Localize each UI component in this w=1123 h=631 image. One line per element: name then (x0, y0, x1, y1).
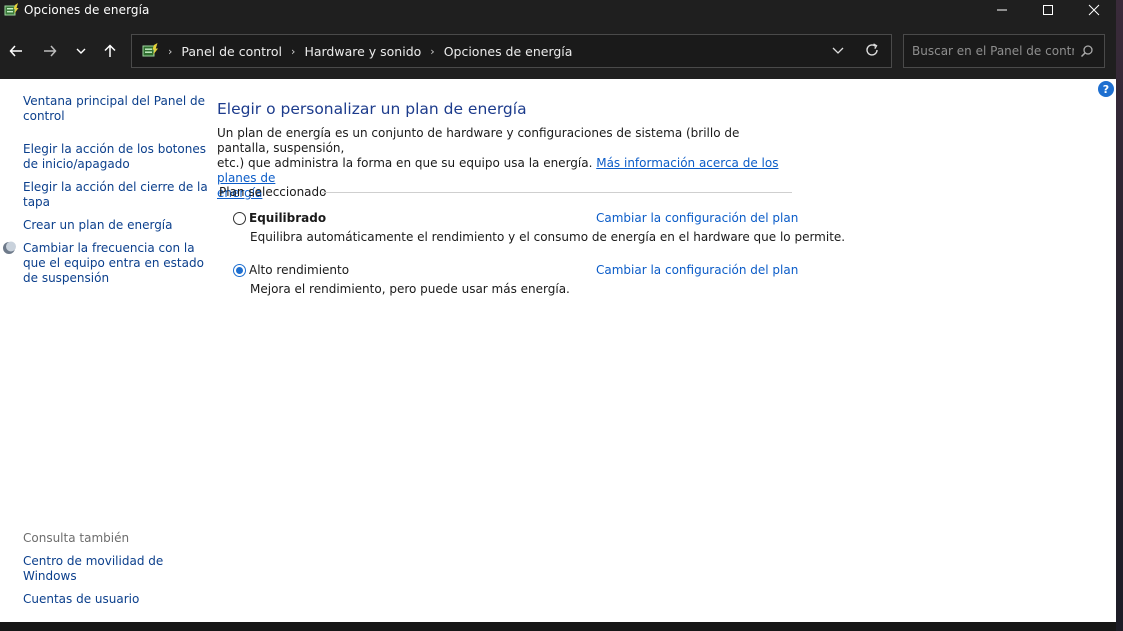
search-box[interactable] (903, 34, 1105, 68)
sleep-moon-icon (3, 241, 16, 254)
address-history-chevron-icon[interactable] (831, 43, 845, 57)
close-button[interactable] (1071, 0, 1117, 20)
arrow-up-icon (104, 44, 116, 57)
left-nav-item-create-plan[interactable]: Crear un plan de energía (23, 218, 173, 233)
chevron-down-icon (76, 48, 86, 54)
left-nav-item-power-buttons[interactable]: Elegir la acción de los botones de inici… (23, 142, 206, 172)
group-divider (322, 192, 792, 193)
plan-radio-equilibrado[interactable] (233, 212, 246, 225)
left-nav-item-lid-close[interactable]: Elegir la acción del cierre de la tapa (23, 180, 208, 210)
change-plan-settings-link-alto-rendimiento[interactable]: Cambiar la configuración del plan (596, 263, 798, 277)
maximize-icon (1043, 5, 1053, 15)
left-nav-item-label: Cambiar la frecuencia con la (23, 241, 195, 255)
see-also-user-accounts[interactable]: Cuentas de usuario (23, 592, 139, 607)
left-nav-item-label: Elegir la acción del cierre de la (23, 180, 208, 194)
refresh-icon[interactable] (863, 41, 881, 59)
left-nav-item-label: de suspensión (23, 271, 110, 285)
search-icon[interactable] (1080, 44, 1094, 58)
plan-name-equilibrado[interactable]: Equilibrado (249, 211, 326, 225)
forward-button[interactable] (38, 40, 62, 62)
search-input[interactable] (904, 44, 1074, 58)
see-also-label: Centro de movilidad de (23, 554, 164, 568)
left-nav-item-label: de inicio/apagado (23, 157, 130, 171)
see-also-label: Cuentas de usuario (23, 592, 140, 606)
plan-radio-alto-rendimiento[interactable] (233, 264, 246, 277)
breadcrumb-item-opciones-de-energia[interactable]: Opciones de energía (444, 44, 573, 59)
desktop-background-strip (1116, 0, 1123, 631)
description-text: etc.) que administra la forma en que su … (217, 156, 597, 170)
change-plan-settings-link-equilibrado[interactable]: Cambiar la configuración del plan (596, 211, 798, 225)
selected-plan-label: Plan seleccionado (219, 185, 327, 199)
breadcrumb-item-panel-de-control[interactable]: Panel de control (181, 44, 282, 59)
see-also-label: Windows (23, 569, 77, 583)
control-panel-icon (142, 43, 158, 57)
arrow-left-icon (9, 45, 22, 57)
back-button[interactable] (4, 40, 28, 62)
close-icon (1088, 4, 1100, 16)
description-text: Un plan de energía es un conjunto de har… (217, 126, 740, 155)
left-nav-item-label: Elegir la acción de los botones (23, 142, 206, 156)
taskbar-edge (0, 622, 1116, 631)
recent-locations-button[interactable] (69, 40, 93, 62)
plan-desc-equilibrado: Equilibra automáticamente el rendimiento… (250, 230, 846, 244)
maximize-button[interactable] (1025, 0, 1071, 20)
breadcrumb-separator: › (430, 44, 435, 58)
window-title: Opciones de energía (24, 3, 150, 17)
see-also-mobility-center[interactable]: Centro de movilidad de Windows (23, 554, 163, 584)
minimize-button[interactable] (979, 0, 1025, 20)
breadcrumb-separator: › (291, 44, 296, 58)
title-bar: Opciones de energía (0, 0, 1116, 20)
minimize-icon (997, 9, 1007, 11)
plan-desc-alto-rendimiento: Mejora el rendimiento, pero puede usar m… (250, 282, 570, 296)
address-bar[interactable]: › Panel de control › Hardware y sonido ›… (131, 34, 892, 68)
up-button[interactable] (98, 40, 122, 62)
help-icon[interactable]: ? (1098, 81, 1114, 97)
left-nav-item-sleep-frequency[interactable]: Cambiar la frecuencia con la que el equi… (23, 241, 204, 286)
page-title: Elegir o personalizar un plan de energía (217, 100, 527, 118)
plan-name-alto-rendimiento[interactable]: Alto rendimiento (249, 263, 349, 277)
breadcrumb-item-hardware-y-sonido[interactable]: Hardware y sonido (304, 44, 421, 59)
arrow-right-icon (44, 45, 57, 57)
breadcrumb-separator: › (168, 44, 173, 58)
left-nav-item-control-panel-home[interactable]: Ventana principal del Panel de control (23, 94, 205, 124)
left-nav-item-label: que el equipo entra en estado (23, 256, 204, 270)
left-nav-item-label: Crear un plan de energía (23, 218, 173, 232)
left-nav-item-label: Ventana principal del Panel de (23, 94, 205, 108)
see-also-heading: Consulta también (23, 531, 130, 545)
left-nav-item-label: control (23, 109, 65, 123)
left-nav-item-label: tapa (23, 195, 51, 209)
power-options-icon (4, 3, 19, 16)
